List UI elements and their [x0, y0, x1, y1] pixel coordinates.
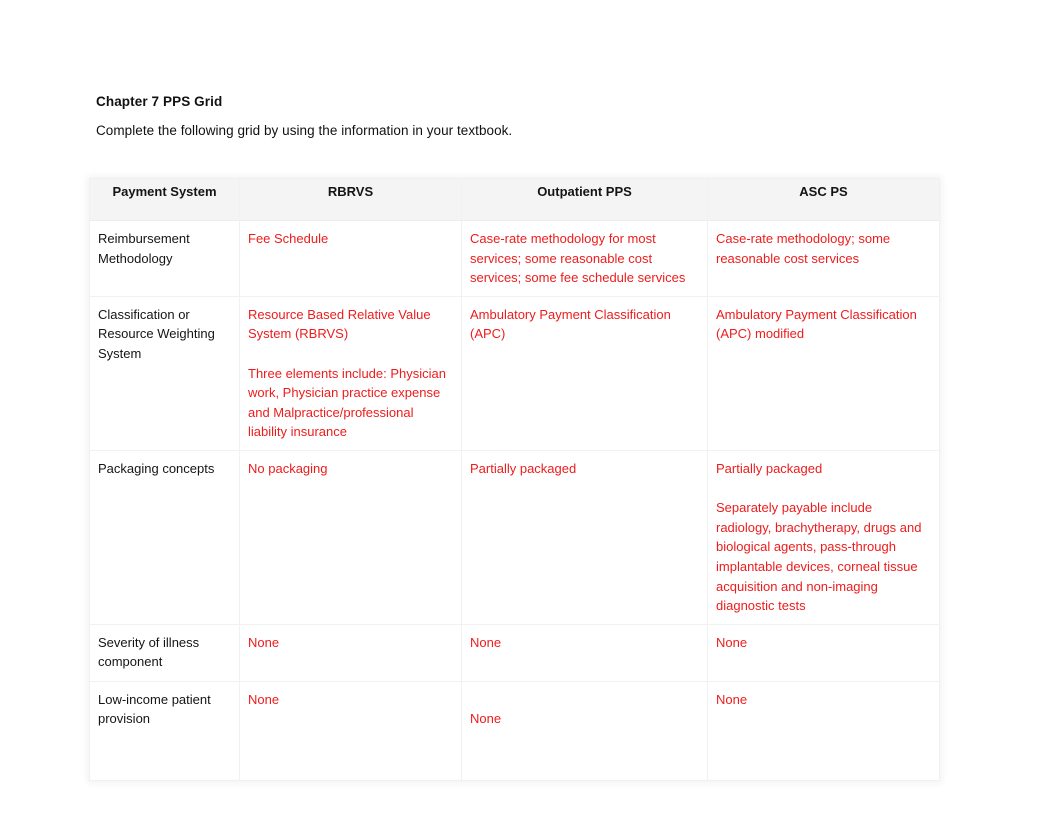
cell-text: Case-rate methodology; some reasonable c…	[716, 231, 891, 266]
cell-asc-ps-packaging-concepts[interactable]: Partially packaged Separately payable in…	[707, 449, 940, 625]
table-row: Severity of illness component None None …	[89, 623, 940, 682]
table-row: Packaging concepts No packaging Partiall…	[89, 449, 940, 625]
row-label-classification-resource-weighting-system: Classification or Resource Weighting Sys…	[89, 295, 240, 451]
row-label-severity-of-illness-component: Severity of illness component	[89, 623, 240, 682]
cell-text: Ambulatory Payment Classification (APC) …	[716, 306, 917, 342]
cell-text: Partially packaged	[716, 460, 823, 476]
table-row: Classification or Resource Weighting Sys…	[89, 295, 940, 451]
cell-outpatient-pps-severity-of-illness[interactable]: None	[461, 623, 708, 682]
cell-text: No packaging	[248, 460, 328, 476]
cell-text: None	[470, 711, 502, 727]
cell-asc-ps-reimbursement-methodology[interactable]: Case-rate methodology; some reasonable c…	[707, 220, 940, 297]
column-header-outpatient-pps: Outpatient PPS	[461, 178, 708, 221]
column-header-payment-system: Payment System	[89, 178, 240, 221]
cell-text: None	[248, 691, 280, 707]
cell-outpatient-pps-low-income-provision[interactable]: None	[461, 680, 708, 781]
pps-grid-table: Payment System RBRVS Outpatient PPS ASC …	[89, 178, 940, 781]
cell-text-secondary: Three elements include: Physician work, …	[248, 365, 446, 440]
row-label-low-income-patient-provision: Low-income patient provision	[89, 680, 240, 781]
cell-text: Fee Schedule	[248, 231, 329, 246]
cell-outpatient-pps-reimbursement-methodology[interactable]: Case-rate methodology for most services;…	[461, 220, 708, 297]
header-row: Payment System RBRVS Outpatient PPS ASC …	[89, 178, 940, 221]
cell-text: None	[248, 634, 280, 650]
cell-outpatient-pps-packaging-concepts[interactable]: Partially packaged	[461, 449, 708, 625]
cell-text: Reimbursement Methodology	[98, 231, 190, 266]
cell-asc-ps-severity-of-illness[interactable]: None	[707, 623, 940, 682]
cell-asc-ps-classification-system[interactable]: Ambulatory Payment Classification (APC) …	[707, 295, 940, 451]
cell-text-secondary: Separately payable include radiology, br…	[716, 500, 922, 614]
pps-grid-container: Payment System RBRVS Outpatient PPS ASC …	[89, 178, 940, 781]
cell-text: Partially packaged	[470, 460, 577, 476]
table-row: Low-income patient provision None None N…	[89, 680, 940, 781]
table-row: Reimbursement Methodology Fee Schedule C…	[89, 220, 940, 297]
cell-rbrvs-reimbursement-methodology[interactable]: Fee Schedule	[239, 220, 462, 297]
cell-text: None	[716, 634, 748, 650]
cell-text: None	[716, 691, 748, 707]
cell-text: Severity of illness component	[98, 634, 200, 670]
cell-text: Ambulatory Payment Classification (APC)	[470, 306, 671, 342]
cell-text: Classification or Resource Weighting Sys…	[98, 306, 215, 361]
cell-rbrvs-low-income-provision[interactable]: None	[239, 680, 462, 781]
column-header-rbrvs: RBRVS	[239, 178, 462, 221]
document-heading: Chapter 7 PPS Grid	[96, 94, 223, 109]
cell-rbrvs-classification-system[interactable]: Resource Based Relative Value System (RB…	[239, 295, 462, 451]
cell-rbrvs-severity-of-illness[interactable]: None	[239, 623, 462, 682]
cell-asc-ps-low-income-provision[interactable]: None	[707, 680, 940, 781]
cell-rbrvs-packaging-concepts[interactable]: No packaging	[239, 449, 462, 625]
cell-outpatient-pps-classification-system[interactable]: Ambulatory Payment Classification (APC)	[461, 295, 708, 451]
cell-text: Low-income patient provision	[98, 691, 211, 727]
cell-text: Resource Based Relative Value System (RB…	[248, 306, 431, 342]
cell-text: Case-rate methodology for most services;…	[470, 231, 686, 286]
column-header-asc-ps: ASC PS	[707, 178, 940, 221]
cell-text: None	[470, 634, 502, 650]
document-page: Chapter 7 PPS Grid Complete the followin…	[0, 0, 1062, 822]
pps-grid-body: Reimbursement Methodology Fee Schedule C…	[89, 220, 940, 781]
row-label-reimbursement-methodology: Reimbursement Methodology	[89, 220, 240, 297]
row-label-packaging-concepts: Packaging concepts	[89, 449, 240, 625]
pps-grid-head: Payment System RBRVS Outpatient PPS ASC …	[89, 178, 940, 221]
document-instructions: Complete the following grid by using the…	[96, 123, 513, 138]
cell-text: Packaging concepts	[98, 460, 215, 476]
